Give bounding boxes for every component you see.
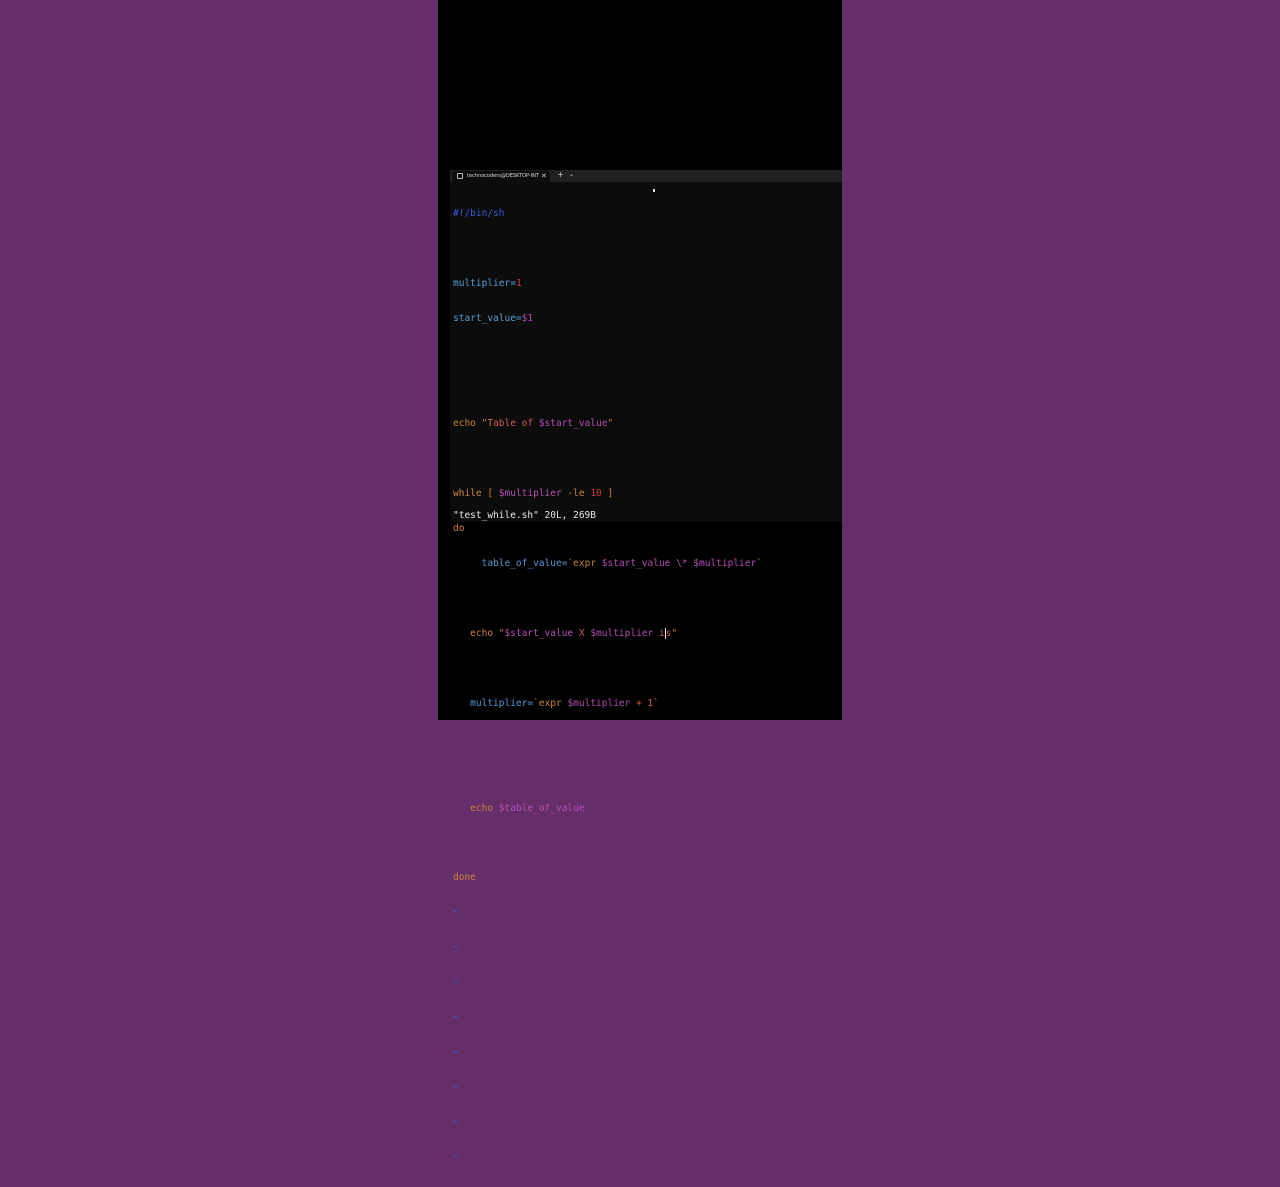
command: expr	[538, 697, 568, 709]
vim-status-line: "test_while.sh" 20L, 269B	[453, 510, 596, 521]
bracket: ]	[601, 487, 614, 499]
var-name: multiplier	[453, 278, 511, 290]
dollar-var: $multiplier	[567, 697, 631, 709]
keyword: while	[453, 487, 482, 499]
dollar-var: $1	[521, 313, 534, 325]
number: 1	[515, 278, 522, 290]
empty-line-marker: ~	[453, 1117, 459, 1129]
code-line: echo $table_of_value	[453, 803, 839, 815]
empty-line-marker: ~	[453, 1152, 459, 1164]
var-name: table_of_value	[481, 557, 562, 569]
right-background-band	[842, 0, 1280, 720]
empty-line-marker: ~	[453, 1082, 459, 1094]
close-tab-icon[interactable]: ✕	[541, 171, 547, 181]
operator: -le	[561, 487, 591, 499]
shebang: #!/bin/sh	[453, 208, 505, 220]
code-line: start_value=$1	[453, 313, 839, 325]
dollar-var: $start_value	[504, 627, 574, 639]
code-line: multiplier=`expr $multiplier + 1`	[453, 698, 839, 710]
var-name: start_value	[453, 313, 516, 325]
operator: + 1	[630, 697, 654, 709]
tab-title: technocoders@DESKTOP-INT	[467, 173, 539, 179]
quote: "	[607, 418, 614, 430]
terminal-window: technocoders@DESKTOP-INT ✕ + ⌄ #!/bin/sh…	[450, 170, 842, 1163]
code-line: while [ $multiplier -le 10 ]	[453, 488, 839, 500]
keyword: echo	[470, 627, 499, 639]
backtick: `	[653, 697, 659, 709]
empty-line-marker: ~	[453, 942, 459, 954]
keyword: echo	[470, 802, 499, 814]
string: Table of	[487, 418, 539, 430]
string: X	[573, 627, 591, 639]
terminal-tab[interactable]: technocoders@DESKTOP-INT ✕	[452, 171, 550, 182]
dollar-var: $table_of_value	[498, 802, 585, 814]
var-name: multiplier	[470, 697, 528, 709]
dollar-var: $start_value	[601, 557, 671, 569]
code-line: echo "Table of $start_value"	[453, 418, 839, 430]
dollar-var: $multiplier	[590, 627, 654, 639]
terminal-icon	[457, 173, 463, 179]
empty-line-marker: ~	[453, 977, 459, 989]
left-background-band	[0, 0, 438, 720]
backtick: `	[756, 557, 762, 569]
terminal-tab-bar: technocoders@DESKTOP-INT ✕ + ⌄	[450, 170, 842, 182]
number: 10	[590, 487, 602, 499]
dollar-var: $start_value	[538, 418, 608, 430]
code-line: echo "$start_value X $multiplier is"	[453, 627, 839, 640]
keyword: do	[453, 522, 465, 534]
empty-line-marker: ~	[453, 1047, 459, 1059]
bracket: [	[481, 487, 499, 499]
chevron-down-icon[interactable]: ⌄	[569, 170, 574, 180]
empty-line-marker: ~	[453, 907, 459, 919]
keyword: done	[453, 872, 476, 884]
vim-editor[interactable]: #!/bin/sh multiplier=1 start_value=$1 ec…	[453, 185, 839, 1187]
code-line: done	[453, 872, 839, 884]
keyword: echo	[453, 418, 482, 430]
new-tab-button[interactable]: +	[557, 170, 564, 180]
code-line: multiplier=1	[453, 278, 839, 290]
code-line: do	[453, 523, 839, 535]
code-line: #!/bin/sh	[453, 208, 839, 220]
string: i	[658, 627, 665, 639]
quote: "	[671, 627, 678, 639]
empty-line-marker: ~	[453, 1012, 459, 1024]
command: expr	[573, 557, 602, 569]
dollar-var: $multiplier	[693, 557, 757, 569]
dollar-var: $multiplier	[498, 487, 562, 499]
code-line: table_of_value=`expr $start_value \* $mu…	[453, 558, 839, 570]
operator: \*	[670, 557, 694, 569]
